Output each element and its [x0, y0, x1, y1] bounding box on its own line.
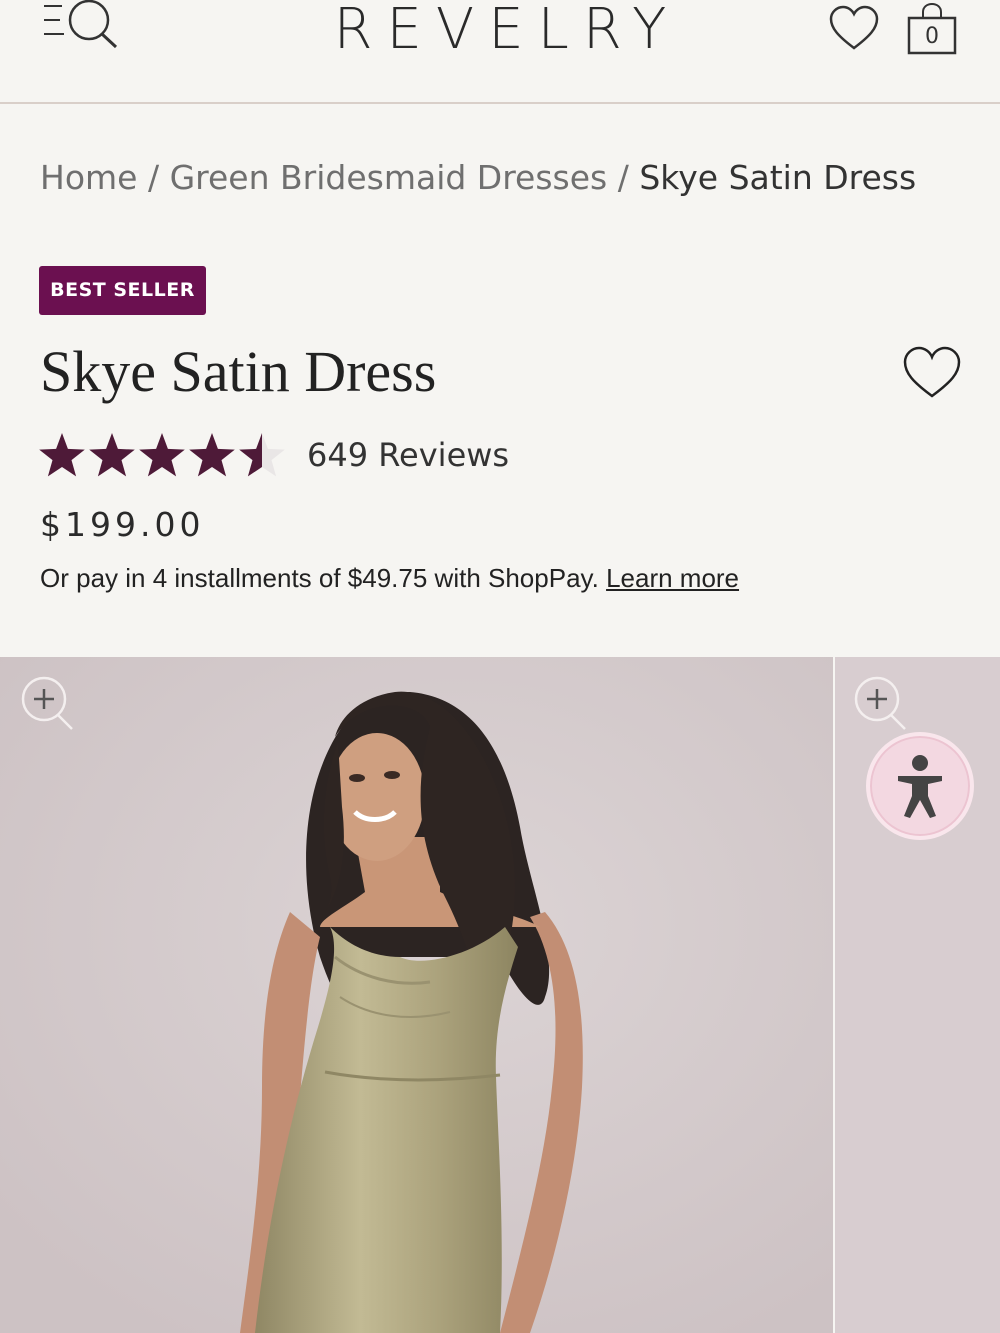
- installments-text: Or pay in 4 installments of $49.75 with …: [40, 563, 739, 594]
- breadcrumb: Home / Green Bridesmaid Dresses / Skye S…: [40, 158, 916, 197]
- rating-stars[interactable]: [38, 432, 290, 480]
- zoom-in-icon[interactable]: [20, 675, 80, 735]
- reviews-count-link[interactable]: 649 Reviews: [307, 436, 509, 474]
- breadcrumb-separator: /: [147, 158, 160, 197]
- add-to-wishlist-heart-icon[interactable]: [902, 345, 962, 401]
- site-header: REVELRY 0: [0, 0, 1000, 104]
- product-price: $199.00: [40, 505, 205, 544]
- rating-star: [189, 433, 235, 477]
- product-title: Skye Satin Dress: [40, 339, 437, 404]
- accessibility-icon: [898, 755, 942, 818]
- rating-star: [239, 433, 285, 477]
- rating-star: [139, 433, 185, 477]
- product-image-main[interactable]: [0, 657, 833, 1333]
- model-photo: [0, 657, 833, 1333]
- wishlist-heart-icon[interactable]: [828, 4, 880, 54]
- rating-star: [89, 433, 135, 477]
- zoom-in-icon[interactable]: [853, 675, 913, 735]
- breadcrumb-category[interactable]: Green Bridesmaid Dresses: [170, 158, 608, 197]
- installments-copy: Or pay in 4 installments of $49.75 with …: [40, 563, 599, 593]
- learn-more-link[interactable]: Learn more: [606, 563, 739, 593]
- rating-star: [39, 433, 85, 477]
- cart-count: 0: [925, 24, 939, 49]
- breadcrumb-home[interactable]: Home: [40, 158, 137, 197]
- accessibility-button[interactable]: [866, 732, 974, 840]
- breadcrumb-separator: /: [617, 158, 629, 197]
- breadcrumb-current: Skye Satin Dress: [639, 158, 917, 197]
- cart-button[interactable]: 0: [906, 2, 958, 56]
- best-seller-badge: BEST SELLER: [39, 266, 206, 315]
